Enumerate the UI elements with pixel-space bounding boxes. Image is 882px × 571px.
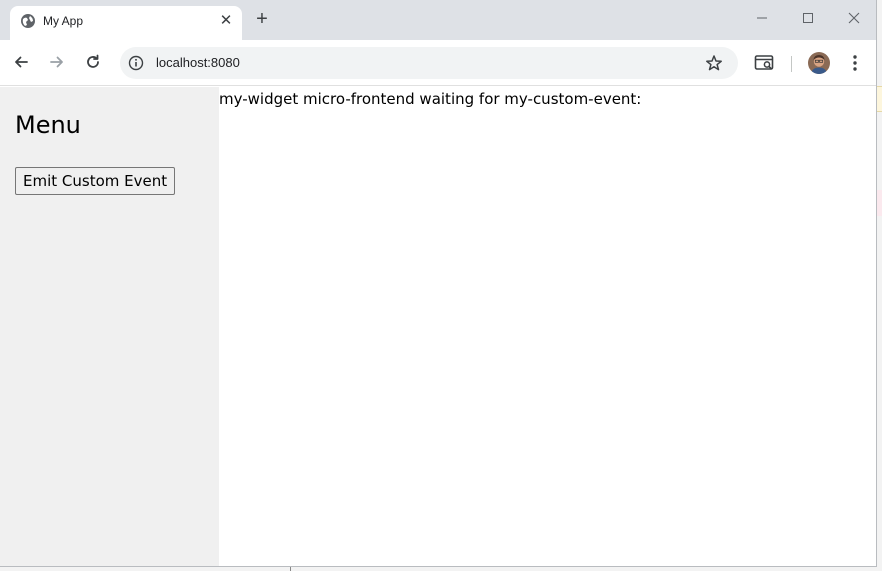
browser-toolbar: localhost:8080 (0, 40, 876, 86)
background-tick (290, 567, 291, 571)
tab-close-icon[interactable]: ✕ (216, 11, 236, 31)
browser-menu-button[interactable] (843, 51, 867, 75)
page-viewport: Menu Emit Custom Event my-widget micro-f… (0, 87, 876, 566)
profile-avatar[interactable] (808, 52, 830, 74)
forward-arrow-icon (50, 56, 63, 68)
bookmark-star-icon[interactable] (705, 54, 723, 72)
address-bar[interactable]: localhost:8080 (120, 47, 738, 79)
sidebar: Menu Emit Custom Event (0, 87, 219, 566)
emit-custom-event-button[interactable]: Emit Custom Event (15, 167, 176, 195)
forward-button[interactable] (44, 49, 70, 75)
menu-heading: Menu (15, 111, 81, 139)
background-highlight (877, 190, 882, 216)
widget-status-message: my-widget micro-frontend waiting for my-… (219, 90, 642, 108)
tab-search-button[interactable] (753, 51, 777, 75)
back-arrow-icon (15, 56, 28, 68)
toolbar-separator (791, 56, 792, 72)
close-icon (848, 12, 860, 24)
tab-title: My App (43, 14, 84, 28)
window-close-button[interactable] (831, 8, 876, 32)
back-button[interactable] (8, 49, 34, 75)
minimize-button[interactable] (739, 8, 785, 32)
background-window-sliver (877, 0, 882, 571)
tab-strip: My App ✕ + (0, 0, 876, 40)
globe-icon (20, 13, 36, 29)
main-content: my-widget micro-frontend waiting for my-… (219, 87, 876, 566)
maximize-icon (803, 13, 813, 23)
avatar-icon (808, 52, 830, 74)
reload-icon (87, 54, 99, 68)
background-highlight (877, 86, 882, 112)
background-window-strip (0, 567, 882, 571)
reload-button[interactable] (80, 49, 106, 75)
tab-my-app[interactable]: My App ✕ (10, 6, 242, 40)
browser-window: My App ✕ + localhost:8080 Menu Emit Cust… (0, 0, 877, 567)
tab-search-icon (754, 55, 774, 70)
minimize-icon (757, 17, 767, 19)
more-vertical-icon (853, 55, 857, 71)
site-info-icon[interactable] (128, 55, 144, 71)
new-tab-button[interactable]: + (250, 8, 274, 32)
maximize-button[interactable] (785, 8, 831, 32)
url-text[interactable]: localhost:8080 (156, 55, 240, 71)
